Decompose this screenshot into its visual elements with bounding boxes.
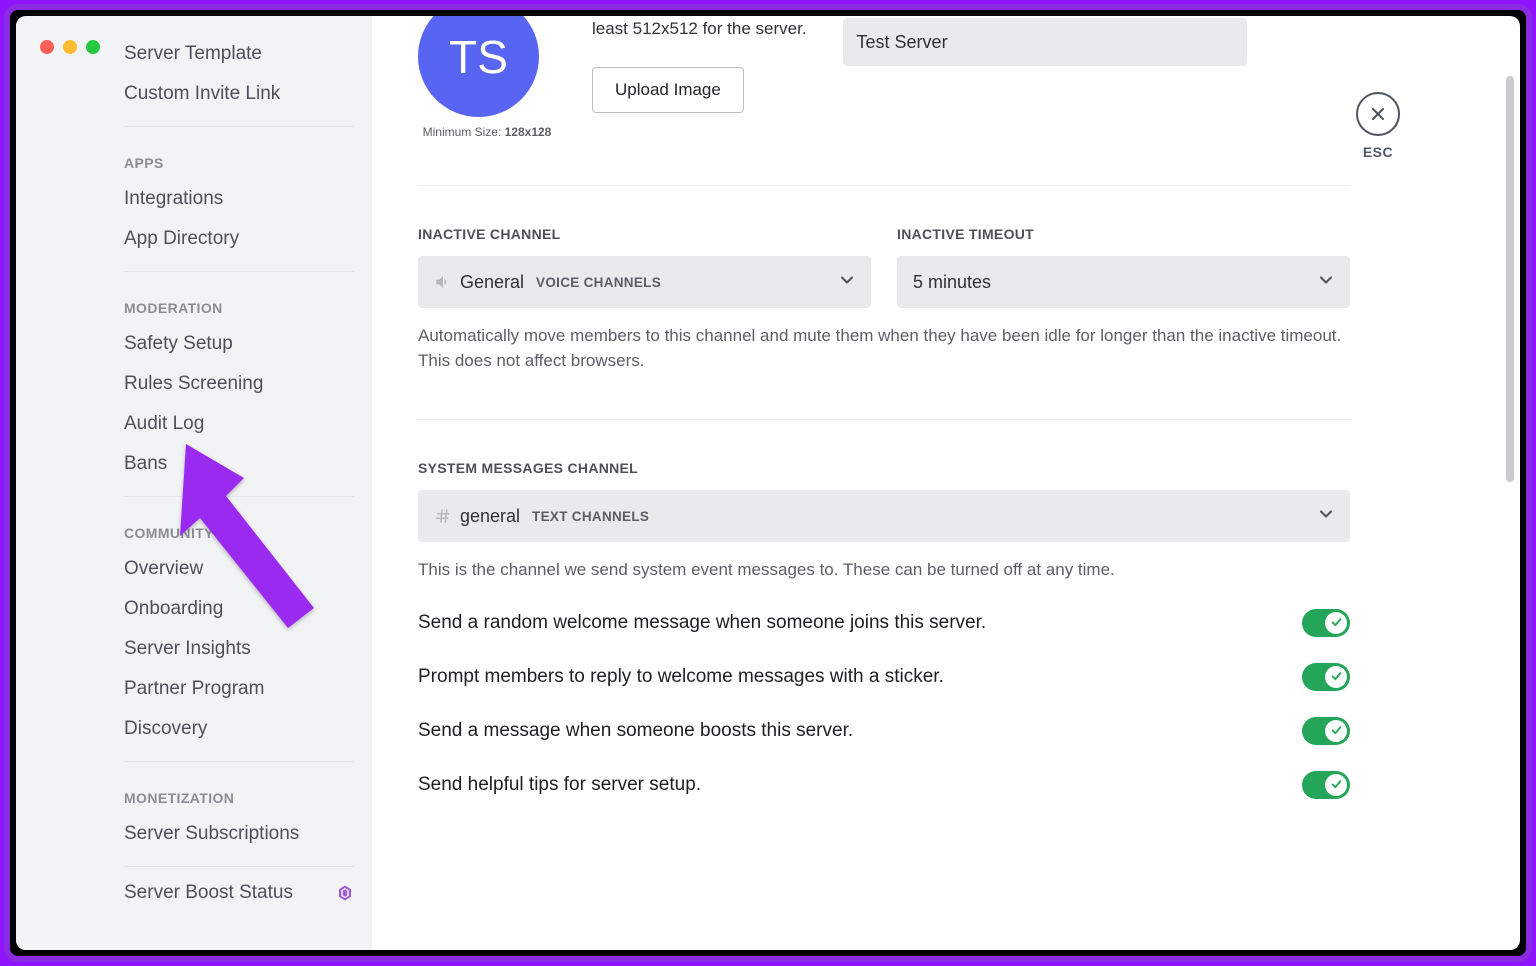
sidebar-item-bans[interactable]: Bans <box>124 444 354 484</box>
close-settings-button[interactable]: ESC <box>1356 92 1400 160</box>
sidebar-item-integrations[interactable]: Integrations <box>124 179 354 219</box>
minimize-window-icon[interactable] <box>63 40 77 54</box>
toggle-welcome-message: Send a random welcome message when someo… <box>418 609 1350 637</box>
inactive-section: INACTIVE CHANNEL General VOICE CHANNELS … <box>418 226 1350 308</box>
speaker-icon <box>434 273 452 291</box>
sidebar-header-apps: APPS <box>124 133 354 179</box>
close-window-icon[interactable] <box>40 40 54 54</box>
system-messages-help-text: This is the channel we send system event… <box>418 558 1350 583</box>
select-value: general <box>460 506 520 527</box>
server-avatar[interactable]: TS <box>418 16 539 117</box>
inactive-channel-head: INACTIVE CHANNEL <box>418 226 871 242</box>
sidebar-item-onboarding[interactable]: Onboarding <box>124 589 354 629</box>
sidebar-divider <box>124 761 354 762</box>
esc-label: ESC <box>1356 144 1400 160</box>
zoom-window-icon[interactable] <box>86 40 100 54</box>
select-tag: VOICE CHANNELS <box>536 275 661 290</box>
toggle-server-tips: Send helpful tips for server setup. <box>418 771 1350 799</box>
sidebar-item-rules-screening[interactable]: Rules Screening <box>124 364 354 404</box>
close-icon <box>1356 92 1400 136</box>
section-divider <box>418 185 1350 186</box>
boost-icon <box>336 884 354 902</box>
sidebar-item-label: Server Boost Status <box>124 882 293 904</box>
window-traffic-lights[interactable] <box>40 40 100 54</box>
recommended-size-text: least 512x512 for the server. <box>592 18 807 41</box>
sidebar-item-overview[interactable]: Overview <box>124 549 354 589</box>
sidebar-item-audit-log[interactable]: Audit Log <box>124 404 354 444</box>
toggle-label: Prompt members to reply to welcome messa… <box>418 666 1302 688</box>
settings-sidebar: Server Template Custom Invite Link APPS … <box>16 16 372 950</box>
sidebar-divider <box>124 126 354 127</box>
inactive-channel-select[interactable]: General VOICE CHANNELS <box>418 256 871 308</box>
sidebar-header-community: COMMUNITY <box>124 503 354 549</box>
chevron-down-icon <box>1316 270 1336 295</box>
sidebar-divider <box>124 496 354 497</box>
inactive-timeout-select[interactable]: 5 minutes <box>897 256 1350 308</box>
chevron-down-icon <box>837 270 857 295</box>
toggle-switch[interactable] <box>1302 663 1350 691</box>
toggle-switch[interactable] <box>1302 609 1350 637</box>
sidebar-divider <box>124 271 354 272</box>
hash-icon <box>434 507 452 525</box>
toggle-switch[interactable] <box>1302 717 1350 745</box>
upload-image-button[interactable]: Upload Image <box>592 67 744 113</box>
sidebar-item-server-template[interactable]: Server Template <box>124 34 354 74</box>
settings-content: ESC TS Minimum Size: 128x128 least 512x5… <box>372 16 1520 950</box>
scrollbar-thumb[interactable] <box>1506 76 1514 482</box>
sidebar-item-custom-invite-link[interactable]: Custom Invite Link <box>124 74 354 114</box>
select-value: 5 minutes <box>913 272 991 293</box>
toggle-boost-message: Send a message when someone boosts this … <box>418 717 1350 745</box>
sidebar-item-app-directory[interactable]: App Directory <box>124 219 354 259</box>
sidebar-item-server-subscriptions[interactable]: Server Subscriptions <box>124 814 354 854</box>
sidebar-item-server-insights[interactable]: Server Insights <box>124 629 354 669</box>
sidebar-item-partner-program[interactable]: Partner Program <box>124 669 354 709</box>
sidebar-header-moderation: MODERATION <box>124 278 354 324</box>
toggle-label: Send helpful tips for server setup. <box>418 774 1302 796</box>
min-size-label: Minimum Size: 128x128 <box>418 125 556 139</box>
select-tag: TEXT CHANNELS <box>532 509 649 524</box>
system-messages-head: SYSTEM MESSAGES CHANNEL <box>418 460 1350 476</box>
server-overview-row: TS Minimum Size: 128x128 least 512x512 f… <box>418 16 1350 139</box>
toggle-label: Send a message when someone boosts this … <box>418 720 1302 742</box>
select-value: General <box>460 272 524 293</box>
toggle-switch[interactable] <box>1302 771 1350 799</box>
sidebar-header-monetization: MONETIZATION <box>124 768 354 814</box>
inactive-help-text: Automatically move members to this chann… <box>418 324 1350 373</box>
inactive-timeout-head: INACTIVE TIMEOUT <box>897 226 1350 242</box>
sidebar-item-server-boost-status[interactable]: Server Boost Status <box>124 873 354 913</box>
sidebar-item-discovery[interactable]: Discovery <box>124 709 354 749</box>
chevron-down-icon <box>1316 504 1336 529</box>
system-messages-channel-select[interactable]: general TEXT CHANNELS <box>418 490 1350 542</box>
toggle-sticker-prompt: Prompt members to reply to welcome messa… <box>418 663 1350 691</box>
sidebar-item-safety-setup[interactable]: Safety Setup <box>124 324 354 364</box>
server-name-input[interactable] <box>843 18 1247 66</box>
section-divider <box>418 419 1350 420</box>
toggle-label: Send a random welcome message when someo… <box>418 612 1302 634</box>
sidebar-divider <box>124 866 354 867</box>
